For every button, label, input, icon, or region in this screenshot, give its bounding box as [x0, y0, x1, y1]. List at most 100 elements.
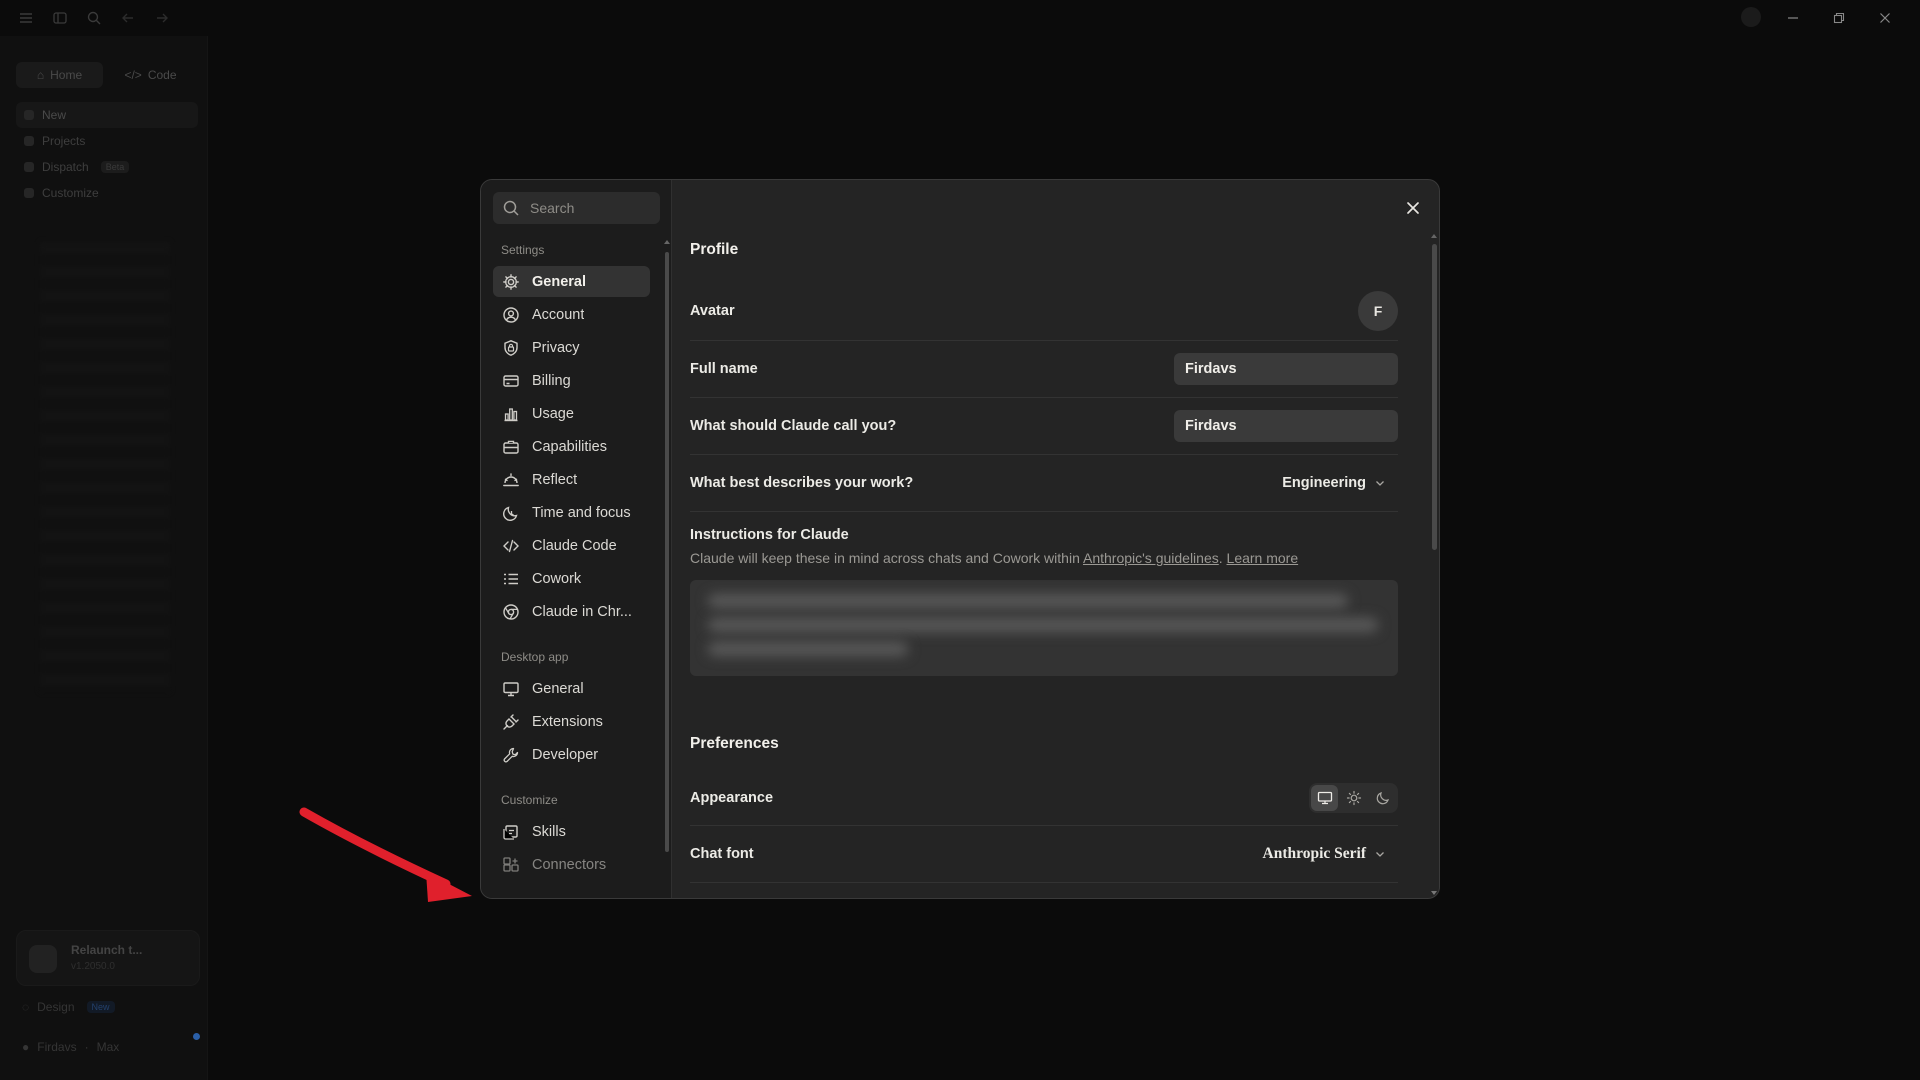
preferences-heading: Preferences [690, 735, 779, 752]
recent-chats-blurred [40, 242, 170, 692]
nav-label: Account [532, 306, 585, 323]
sidebar-toggle-icon[interactable] [52, 10, 68, 26]
settings-modal: Settings General Account Privacy Billing… [480, 179, 1440, 899]
learn-more-link[interactable]: Learn more [1227, 550, 1299, 566]
connectors-icon [502, 856, 520, 874]
gear-icon [502, 273, 520, 291]
instructions-textarea[interactable] [690, 580, 1398, 676]
nav-extensions[interactable]: Extensions [493, 706, 650, 737]
code-icon [502, 537, 520, 555]
chat-font-row: Chat font Anthropic Serif [690, 826, 1398, 883]
work-dropdown[interactable]: Engineering [1282, 475, 1398, 491]
full-name-label: Full name [690, 361, 758, 377]
mode-home-tab[interactable]: ⌂ Home [16, 62, 103, 88]
user-circle-icon [502, 306, 520, 324]
separator-dot: · [84, 1040, 89, 1054]
monitor-icon [1317, 791, 1332, 804]
search-icon [502, 199, 520, 217]
design-label: Design [37, 1000, 75, 1014]
nav-connectors[interactable]: Connectors [493, 849, 650, 880]
nav-skills[interactable]: Skills [493, 816, 650, 847]
customize-icon [24, 188, 34, 198]
home-icon: ⌂ [36, 68, 45, 82]
app-sidebar: ⌂ Home </> Code New Projects Dispatch Beta … [0, 36, 208, 1080]
settings-sidebar: Settings General Account Privacy Billing… [481, 180, 672, 898]
menu-icon[interactable] [18, 10, 34, 26]
content-scrollbar[interactable] [1432, 244, 1437, 550]
nav-account[interactable]: Account [493, 299, 650, 330]
settings-search[interactable] [493, 192, 660, 224]
window-close-button[interactable] [1862, 6, 1908, 30]
nickname-field[interactable] [1174, 410, 1398, 442]
back-icon[interactable] [120, 10, 136, 26]
moon-clock-icon [502, 504, 520, 522]
search-input[interactable] [528, 199, 648, 217]
appearance-system-button[interactable] [1311, 784, 1338, 811]
minimize-button[interactable] [1770, 6, 1816, 30]
nav-developer[interactable]: Developer [493, 739, 650, 770]
search-icon[interactable] [86, 10, 102, 26]
app-nav-customize[interactable]: Customize [16, 180, 198, 206]
section-label-customize: Customize [501, 793, 558, 807]
nav-privacy[interactable]: Privacy [493, 332, 650, 363]
profile-heading: Profile [690, 241, 739, 258]
design-icon: ◌ [22, 1000, 30, 1014]
account-avatar-icon[interactable] [1741, 7, 1761, 27]
app-nav-new[interactable]: New [16, 102, 198, 128]
full-name-field[interactable] [1174, 353, 1398, 385]
sidebar-scroll-up-arrow[interactable] [664, 240, 670, 244]
sidebar-scrollbar[interactable] [665, 252, 669, 852]
wrench-icon [502, 746, 520, 764]
nav-desktop-general[interactable]: General [493, 673, 650, 704]
user-avatar-icon: ● [22, 1040, 30, 1054]
app-nav-label: Customize [42, 186, 99, 200]
app-nav-label: Projects [42, 134, 86, 148]
blurred-text [708, 618, 1378, 632]
app-nav-projects[interactable]: Projects [16, 128, 198, 154]
work-value: Engineering [1282, 475, 1366, 491]
nav-label: Billing [532, 372, 571, 389]
chevron-down-icon [1376, 481, 1384, 486]
mode-code-tab[interactable]: </> Code [107, 62, 194, 88]
folder-icon [24, 136, 34, 146]
avatar-row: Avatar F [690, 281, 1398, 341]
appearance-light-button[interactable] [1340, 785, 1367, 811]
nav-reflect[interactable]: Reflect [493, 464, 650, 495]
instructions-title: Instructions for Claude [690, 527, 849, 543]
nav-time-and-focus[interactable]: Time and focus [493, 497, 650, 528]
avatar[interactable]: F [1358, 290, 1398, 331]
nav-label: Skills [532, 823, 566, 840]
content-scroll-down-arrow[interactable] [1431, 891, 1437, 895]
design-link[interactable]: ◌ Design New [22, 1000, 115, 1014]
nav-general[interactable]: General [493, 266, 650, 297]
nickname-row: What should Claude call you? [690, 398, 1398, 455]
restore-button[interactable] [1816, 6, 1862, 30]
nav-cowork[interactable]: Cowork [493, 563, 650, 594]
user-plan: Max [96, 1040, 120, 1054]
nav-billing[interactable]: Billing [493, 365, 650, 396]
user-name: Firdavs [37, 1040, 77, 1054]
chat-font-dropdown[interactable]: Anthropic Serif [1263, 845, 1398, 863]
skills-icon [502, 823, 520, 841]
forward-icon[interactable] [154, 10, 170, 26]
mode-code-label: Code [147, 68, 177, 82]
nav-claude-code[interactable]: Claude Code [493, 530, 650, 561]
relaunch-promo[interactable]: Relaunch t... v1.2050.0 [16, 930, 200, 986]
content-scroll-up-arrow[interactable] [1431, 234, 1437, 238]
chat-font-label: Chat font [690, 846, 754, 862]
nav-usage[interactable]: Usage [493, 398, 650, 429]
nav-claude-in-chrome[interactable]: Claude in Chr... [493, 596, 650, 627]
close-button[interactable] [1401, 196, 1425, 220]
app-nav-dispatch[interactable]: Dispatch Beta [16, 154, 198, 180]
full-name-row: Full name [690, 341, 1398, 398]
list-icon [502, 570, 520, 588]
app-nav: New Projects Dispatch Beta Customize [16, 102, 198, 206]
nav-capabilities[interactable]: Capabilities [493, 431, 650, 462]
nav-label: Developer [532, 746, 599, 763]
appearance-dark-button[interactable] [1369, 785, 1396, 811]
mode-home-label: Home [50, 68, 83, 82]
user-menu[interactable]: ● Firdavs · Max [22, 1040, 119, 1054]
guidelines-link[interactable]: Anthropic's guidelines [1083, 550, 1219, 566]
